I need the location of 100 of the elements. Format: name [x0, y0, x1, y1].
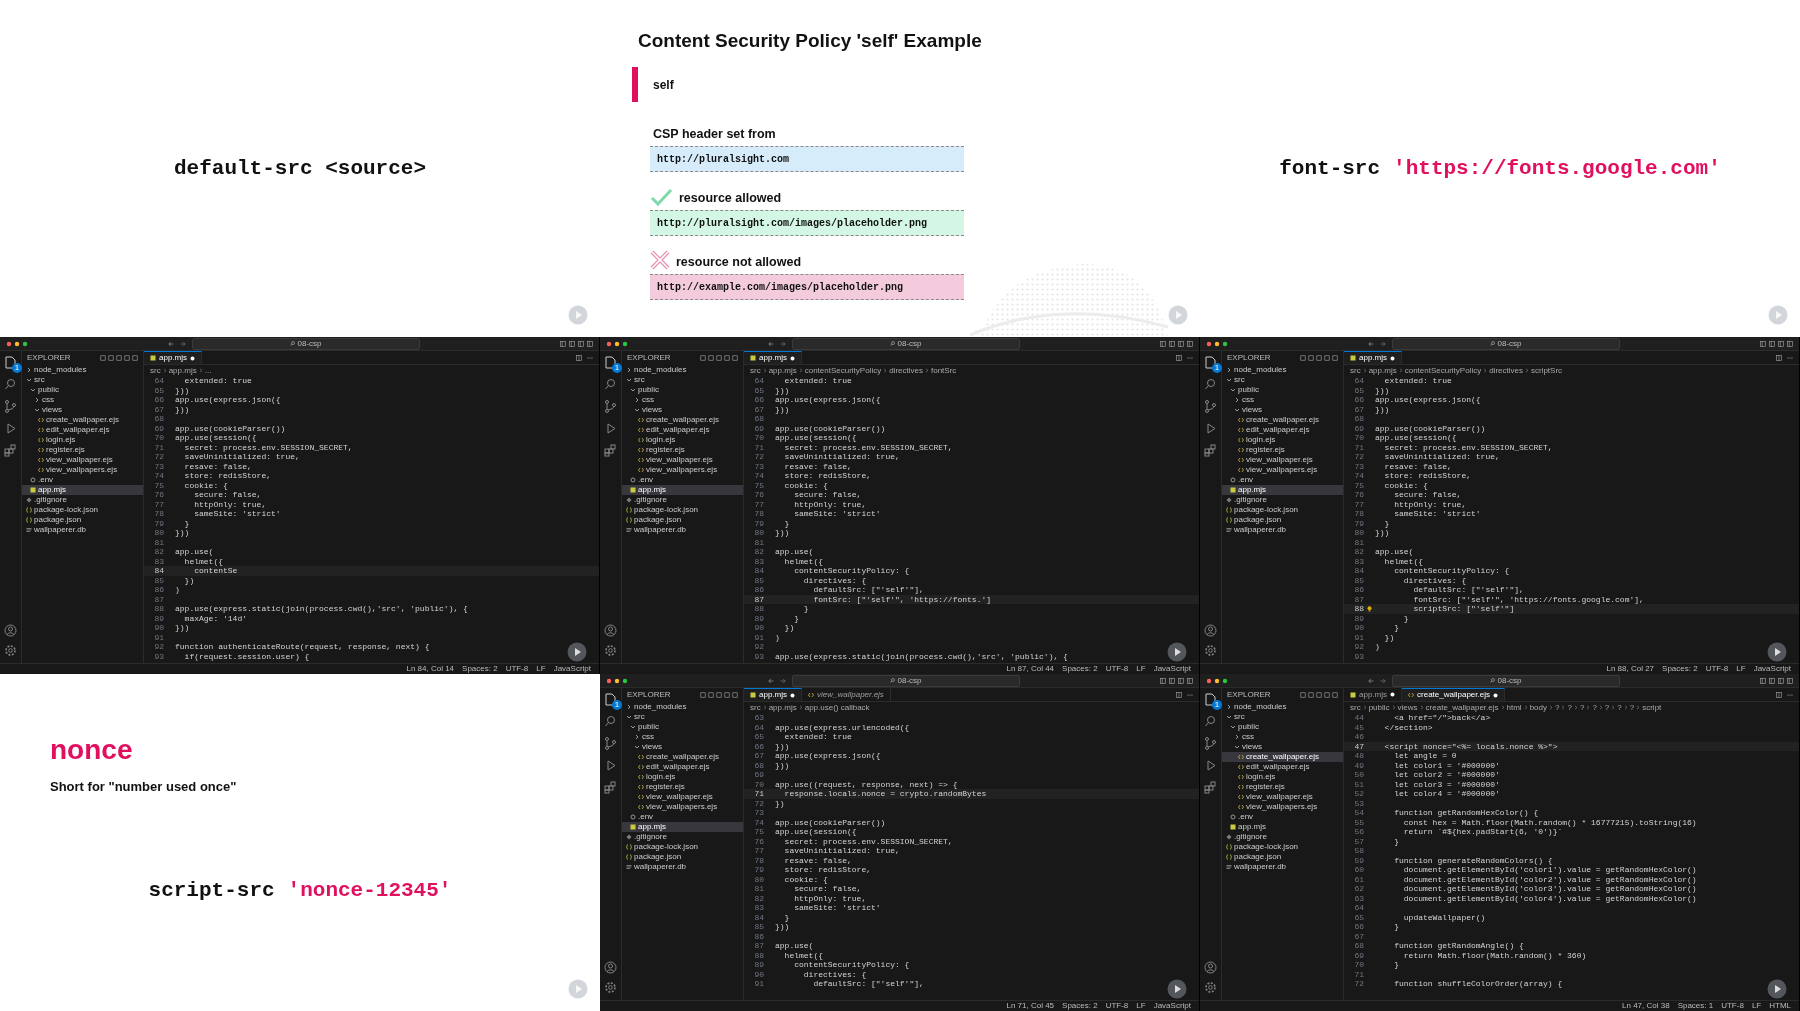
split-editor-icon[interactable] — [1776, 691, 1782, 698]
editor-tab[interactable]: app.mjs — [744, 688, 802, 701]
tree-item[interactable]: create_wallpaper.ejs — [22, 415, 143, 425]
tree-item[interactable]: create_wallpaper.ejs — [622, 752, 743, 762]
breadcrumb-item[interactable]: app.mjs — [768, 364, 797, 377]
layout-icon[interactable] — [1187, 340, 1193, 347]
tree-item[interactable]: app.mjs — [622, 485, 743, 495]
tree-item[interactable]: view_wallpapers.ejs — [622, 465, 743, 475]
sidebar-toggle-icon[interactable] — [1760, 340, 1766, 347]
tree-item[interactable]: public — [1222, 722, 1343, 732]
tree-item[interactable]: node_modules — [1222, 365, 1343, 375]
breadcrumb-item[interactable]: body — [1529, 701, 1547, 714]
breadcrumb-item[interactable]: ? — [1567, 701, 1572, 714]
tree-item[interactable]: login.ejs — [1222, 435, 1343, 445]
search-icon[interactable] — [1203, 714, 1218, 729]
search-field[interactable]: 08-csp — [1392, 337, 1620, 350]
account-icon[interactable] — [1204, 961, 1217, 974]
account-icon[interactable] — [1204, 624, 1217, 637]
tree-item[interactable]: edit_wallpaper.ejs — [622, 425, 743, 435]
play-button[interactable] — [1767, 979, 1787, 999]
tree-item[interactable]: package-lock.json — [622, 842, 743, 852]
breadcrumb-item[interactable]: ? — [1579, 701, 1585, 714]
secondary-sidebar-icon[interactable] — [578, 340, 584, 347]
editor-tab[interactable]: create_wallpaper.ejs — [1402, 688, 1505, 701]
tree-item[interactable]: package.json — [1222, 852, 1343, 862]
tree-item[interactable]: .env — [1222, 812, 1343, 822]
breadcrumb-item[interactable]: scriptSrc — [1530, 364, 1563, 377]
tree-item[interactable]: views — [622, 405, 743, 415]
extensions-icon[interactable] — [1203, 443, 1218, 458]
tree-item[interactable]: src — [622, 712, 743, 722]
status-item[interactable]: JavaScript — [1153, 1001, 1191, 1011]
breadcrumb-item[interactable]: ? — [1629, 701, 1635, 714]
tree-item[interactable]: login.ejs — [622, 435, 743, 445]
search-field[interactable]: 08-csp — [1392, 674, 1620, 687]
status-item[interactable]: UTF-8 — [1721, 1001, 1744, 1011]
tree-item[interactable]: login.ejs — [22, 435, 143, 445]
back-arrow-icon[interactable] — [168, 340, 174, 347]
panel-toggle-icon[interactable] — [1769, 340, 1775, 347]
breadcrumb-item[interactable]: src — [1350, 364, 1361, 377]
tree-item[interactable]: package.json — [622, 515, 743, 525]
tree-item[interactable]: app.mjs — [1222, 822, 1343, 832]
window-controls-icon[interactable] — [1206, 340, 1228, 347]
split-editor-icon[interactable] — [576, 354, 582, 361]
tree-item[interactable]: views — [22, 405, 143, 415]
forward-arrow-icon[interactable] — [780, 340, 786, 347]
split-editor-icon[interactable] — [1776, 354, 1782, 361]
editor-tab[interactable]: app.mjs — [1344, 351, 1402, 364]
tree-item[interactable]: register.ejs — [1222, 782, 1343, 792]
layout-icon[interactable] — [1187, 677, 1193, 684]
search-icon[interactable] — [3, 377, 18, 392]
panel-toggle-icon[interactable] — [569, 340, 575, 347]
back-arrow-icon[interactable] — [768, 677, 774, 684]
tree-item[interactable]: node_modules — [1222, 702, 1343, 712]
files-icon[interactable] — [603, 692, 618, 707]
secondary-sidebar-icon[interactable] — [1178, 340, 1184, 347]
breadcrumb-item[interactable]: src — [750, 701, 761, 714]
layout-icon[interactable] — [1787, 677, 1793, 684]
tree-item[interactable]: view_wallpapers.ejs — [1222, 465, 1343, 475]
tree-item[interactable]: views — [1222, 742, 1343, 752]
status-item[interactable]: UTF-8 — [1105, 664, 1129, 674]
search-field[interactable]: 08-csp — [192, 337, 420, 350]
status-item[interactable]: Spaces: 2 — [1062, 664, 1098, 674]
breadcrumb-item[interactable]: ? — [1617, 701, 1622, 714]
status-item[interactable]: Spaces: 2 — [462, 664, 498, 674]
tree-item[interactable]: src — [1222, 375, 1343, 385]
window-controls-icon[interactable] — [606, 340, 628, 347]
tree-item[interactable]: package.json — [622, 852, 743, 862]
tree-item[interactable]: wallpaperer.db — [622, 525, 743, 535]
forward-arrow-icon[interactable] — [180, 340, 186, 347]
tree-item[interactable]: public — [22, 385, 143, 395]
files-icon[interactable] — [603, 355, 618, 370]
breadcrumb-item[interactable]: script — [1642, 701, 1662, 714]
search-field[interactable]: 08-csp — [792, 674, 1020, 687]
extensions-icon[interactable] — [603, 443, 618, 458]
breadcrumb-item[interactable]: html — [1506, 701, 1522, 714]
tree-item[interactable]: view_wallpaper.ejs — [22, 455, 143, 465]
status-item[interactable]: JavaScript — [1153, 664, 1191, 674]
status-item[interactable]: LF — [1136, 1001, 1146, 1011]
breadcrumb-item[interactable]: src — [1350, 701, 1361, 714]
account-icon[interactable] — [4, 624, 17, 637]
tree-item[interactable]: create_wallpaper.ejs — [1222, 752, 1343, 762]
status-item[interactable]: LF — [1751, 1001, 1762, 1011]
tree-item[interactable]: edit_wallpaper.ejs — [622, 762, 743, 772]
status-item[interactable]: Spaces: 2 — [1662, 664, 1698, 674]
breadcrumb-item[interactable]: fontSrc — [930, 364, 957, 377]
breadcrumb-item[interactable]: directives — [889, 364, 923, 377]
tree-item[interactable]: css — [1222, 732, 1343, 742]
tree-item[interactable]: register.ejs — [622, 445, 743, 455]
branch-icon[interactable] — [603, 399, 618, 414]
tree-item[interactable]: .gitignore — [622, 832, 743, 842]
tree-item[interactable]: package-lock.json — [22, 505, 143, 515]
tree-item[interactable]: package.json — [1222, 515, 1343, 525]
tree-item[interactable]: css — [22, 395, 143, 405]
forward-arrow-icon[interactable] — [1380, 340, 1386, 347]
breadcrumb-item[interactable]: directives — [1489, 364, 1523, 377]
account-icon[interactable] — [604, 624, 617, 637]
status-item[interactable]: UTF-8 — [1705, 664, 1729, 674]
breadcrumb-item[interactable]: src — [750, 364, 761, 377]
tree-item[interactable]: .env — [622, 812, 743, 822]
extensions-icon[interactable] — [603, 780, 618, 795]
